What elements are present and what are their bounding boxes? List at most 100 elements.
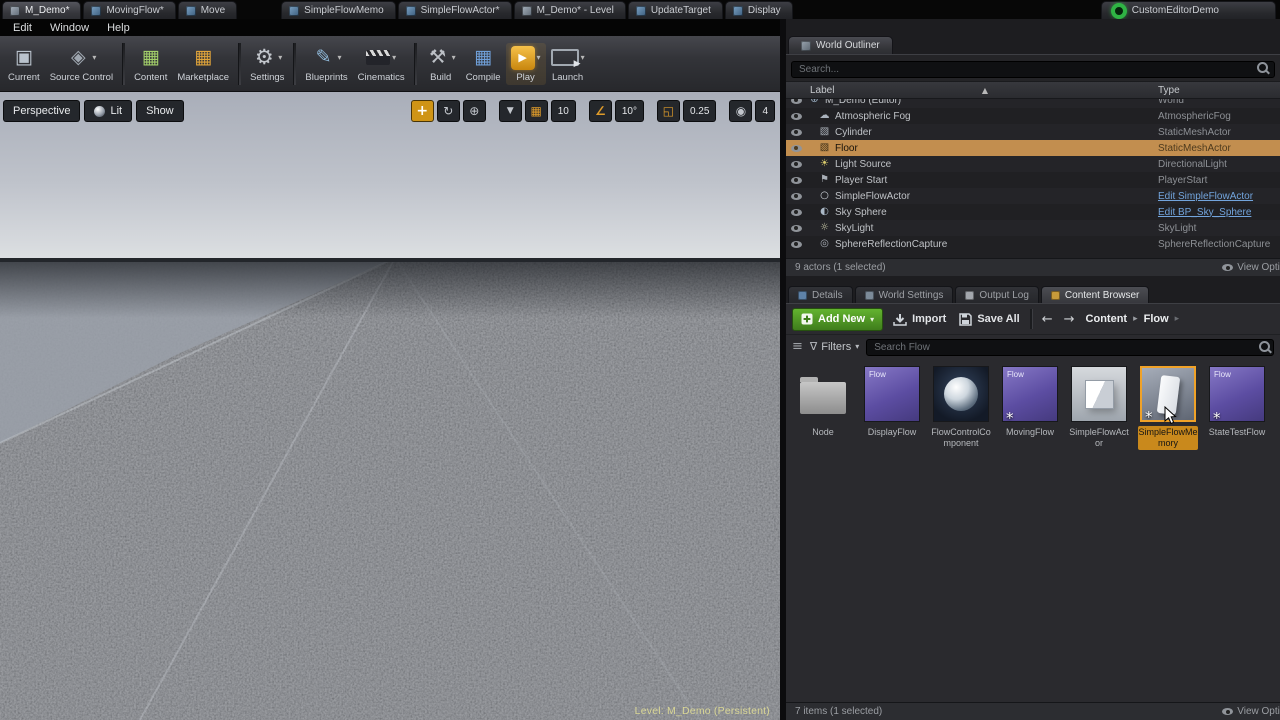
- menu-window[interactable]: Window: [41, 19, 98, 36]
- tab-display[interactable]: Display: [724, 1, 793, 19]
- content-browser-empty-area[interactable]: [786, 454, 1280, 702]
- menu-edit[interactable]: Edit: [4, 19, 41, 36]
- move-tool-icon[interactable]: [410, 100, 434, 122]
- menu-help[interactable]: Help: [98, 19, 139, 36]
- column-type[interactable]: Type: [1158, 85, 1280, 96]
- outliner-row-cylinder[interactable]: Cylinder StaticMeshActor: [786, 124, 1280, 140]
- asset-statetestflow[interactable]: Flow StateTestFlow: [1207, 366, 1267, 439]
- asset-label: SimpleFlowMemory: [1138, 426, 1198, 450]
- toolbar-compile-button[interactable]: Compile: [461, 43, 506, 85]
- outliner-row-sky-sphere[interactable]: Sky Sphere Edit BP_Sky_Sphere: [786, 204, 1280, 220]
- outliner-row-player-start[interactable]: Player Start PlayerStart: [786, 172, 1280, 188]
- toolbar-launch-button[interactable]: Launch: [546, 43, 590, 85]
- camera-speed-icon[interactable]: [729, 100, 753, 122]
- tab-world-outliner[interactable]: World Outliner: [788, 36, 893, 54]
- visibility-toggle[interactable]: [786, 160, 806, 168]
- surface-snap-icon[interactable]: [498, 100, 522, 122]
- breadcrumb-content[interactable]: Content: [1086, 313, 1128, 325]
- visibility-toggle[interactable]: [786, 144, 806, 152]
- outliner-search-input[interactable]: [791, 61, 1275, 78]
- tab-world-settings[interactable]: World Settings: [854, 286, 954, 303]
- filters-button[interactable]: Filters: [810, 340, 859, 353]
- scale-snap-icon[interactable]: [656, 100, 680, 122]
- rotate-tool-icon[interactable]: [436, 100, 460, 122]
- toolbar-build-button[interactable]: Build: [421, 43, 461, 85]
- outliner-row-floor[interactable]: Floor StaticMeshActor: [786, 140, 1280, 156]
- visibility-toggle[interactable]: [786, 208, 806, 216]
- tab-label: CustomEditorDemo: [1131, 5, 1219, 16]
- tab-customeditordemo[interactable]: CustomEditorDemo: [1100, 1, 1276, 19]
- asset-node[interactable]: Node: [793, 366, 853, 439]
- visibility-toggle[interactable]: [786, 99, 806, 104]
- asset-flowcontrolcomponent[interactable]: FlowControlComponent: [931, 366, 991, 450]
- toolbar-content-button[interactable]: Content: [129, 43, 172, 85]
- visibility-toggle[interactable]: [786, 112, 806, 120]
- details-icon: [798, 290, 807, 300]
- grid-snap-value[interactable]: 10: [550, 100, 576, 122]
- outliner-row-spherereflectioncapture[interactable]: SphereReflectionCapture SphereReflectionC…: [786, 236, 1280, 252]
- import-button[interactable]: Import: [890, 313, 949, 326]
- asset-displayflow[interactable]: Flow DisplayFlow: [862, 366, 922, 439]
- toolbar-source-control-button[interactable]: Source Control: [45, 43, 118, 85]
- view-options-label: View Options: [1237, 262, 1280, 273]
- tab-simpleflowactor[interactable]: SimpleFlowActor*: [397, 1, 512, 19]
- tab-m-demo-level[interactable]: M_Demo* - Level: [513, 1, 626, 19]
- toolbar-blueprints-button[interactable]: Blueprints: [300, 43, 352, 85]
- perspective-button[interactable]: Perspective: [3, 100, 81, 122]
- tab-output-log[interactable]: Output Log: [955, 286, 1039, 303]
- asset-simpleflowactor[interactable]: SimpleFlowActor: [1069, 366, 1129, 450]
- camera-speed-value[interactable]: 4: [755, 100, 775, 122]
- tab-simpleflowmemo[interactable]: SimpleFlowMemo: [281, 1, 396, 19]
- back-button[interactable]: [1040, 312, 1055, 327]
- rotation-snap-icon[interactable]: [588, 100, 612, 122]
- lit-button[interactable]: Lit: [84, 100, 133, 122]
- outliner-row-m-demo-editor[interactable]: M_Demo (Editor) World: [786, 99, 1280, 108]
- toolbar-button-label: Launch: [551, 71, 584, 83]
- actor-type: PlayerStart: [1158, 174, 1208, 186]
- visibility-toggle[interactable]: [786, 128, 806, 136]
- visibility-toggle[interactable]: [786, 176, 806, 184]
- toolbar-marketplace-button[interactable]: Marketplace: [172, 43, 234, 85]
- toolbar-settings-button[interactable]: Settings: [245, 43, 289, 85]
- tab-details[interactable]: Details: [788, 286, 853, 303]
- actor-label: Atmospheric Fog: [835, 110, 911, 122]
- blueprint-tab-icon: [732, 5, 743, 16]
- sources-panel-icon[interactable]: [792, 339, 803, 354]
- show-button[interactable]: Show: [136, 100, 184, 122]
- edit-asset-link[interactable]: Edit SimpleFlowActor: [1158, 191, 1280, 202]
- perspective-label: Perspective: [13, 105, 71, 117]
- grid-snap-icon[interactable]: [524, 100, 548, 122]
- tab-move[interactable]: Move: [177, 1, 238, 19]
- outliner-row-atmospheric-fog[interactable]: Atmospheric Fog AtmosphericFog: [786, 108, 1280, 124]
- world-coords-icon[interactable]: [462, 100, 486, 122]
- tab-updatetarget[interactable]: UpdateTarget: [627, 1, 723, 19]
- tab-content-browser[interactable]: Content Browser: [1040, 286, 1150, 303]
- breadcrumb-flow[interactable]: Flow: [1144, 313, 1169, 325]
- viewport-floor[interactable]: [0, 258, 780, 720]
- visibility-toggle[interactable]: [786, 192, 806, 200]
- toolbar-current-button[interactable]: Current: [3, 43, 45, 85]
- toolbar-play-button[interactable]: Play: [505, 42, 546, 85]
- content-view-options-button[interactable]: View Options: [1222, 703, 1280, 720]
- level-viewport[interactable]: Perspective Lit Show 10 10° 0.25 4 Level: M…: [0, 92, 780, 720]
- add-new-button[interactable]: Add New: [792, 307, 884, 331]
- scale-snap-value[interactable]: 0.25: [682, 100, 717, 122]
- tab-m-demo[interactable]: M_Demo*: [2, 1, 82, 19]
- content-search-input[interactable]: [866, 339, 1274, 356]
- outliner-column-headers[interactable]: Label Type: [786, 81, 1280, 99]
- visibility-toggle[interactable]: [786, 224, 806, 232]
- toolbar-cinematics-button[interactable]: Cinematics: [353, 43, 410, 85]
- outliner-row-simpleflowactor[interactable]: SimpleFlowActor Edit SimpleFlowActor: [786, 188, 1280, 204]
- visibility-toggle[interactable]: [786, 240, 806, 248]
- outliner-row-light-source[interactable]: Light Source DirectionalLight: [786, 156, 1280, 172]
- forward-button[interactable]: [1062, 312, 1077, 327]
- edit-asset-link[interactable]: Edit BP_Sky_Sphere: [1158, 207, 1280, 218]
- tab-movingflow[interactable]: MovingFlow*: [83, 1, 176, 19]
- asset-label: Node: [812, 427, 834, 437]
- rotation-snap-value[interactable]: 10°: [614, 100, 644, 122]
- outliner-view-options-button[interactable]: View Options: [1222, 259, 1280, 276]
- asset-movingflow[interactable]: Flow MovingFlow: [1000, 366, 1060, 439]
- save-all-button[interactable]: Save All: [956, 312, 1022, 326]
- column-label[interactable]: Label: [786, 85, 1158, 96]
- outliner-row-skylight[interactable]: SkyLight SkyLight: [786, 220, 1280, 236]
